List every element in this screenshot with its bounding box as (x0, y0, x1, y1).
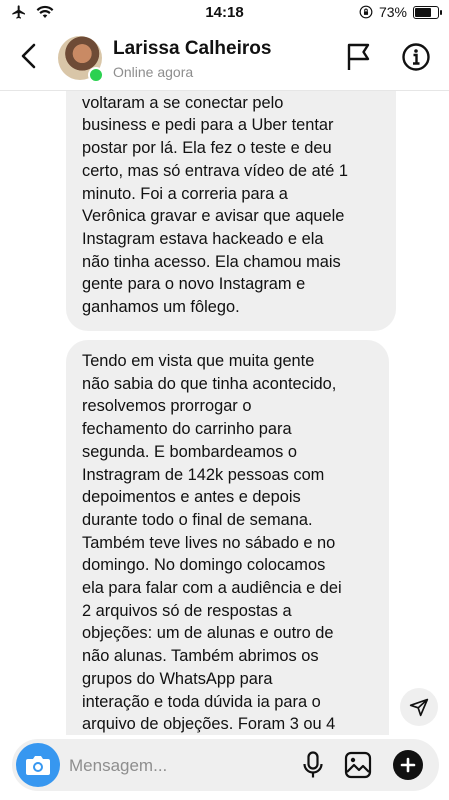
plus-icon (400, 757, 416, 773)
message-line: interação e toda dúvida ia para o (82, 692, 321, 711)
message-line: voltaram a se conectar pelo (82, 93, 284, 112)
flag-icon[interactable] (345, 42, 373, 72)
camera-button[interactable] (16, 743, 60, 787)
online-indicator (88, 67, 104, 83)
message-line: Instragram de 142k pessoas com (82, 465, 325, 484)
message-line: Verônica gravar e avisar que aquele (82, 207, 345, 226)
share-message-button[interactable] (400, 688, 438, 726)
message-line: Instagram estava hackeado e ela (82, 229, 324, 248)
message-line: durante todo o final de semana. (82, 510, 313, 529)
message-line: não alunas. Também abrimos os (82, 647, 319, 666)
message-line: certo, mas só entrava vídeo de até 1 (82, 161, 349, 180)
message-list[interactable]: voltaram a se conectar pelo business e p… (0, 91, 449, 735)
info-icon[interactable] (401, 42, 431, 72)
gallery-icon[interactable] (344, 751, 372, 779)
message-line: 2 arquivos só de respostas a (82, 601, 292, 620)
message-line: resolvemos prorrogar o (82, 397, 252, 416)
message-line: arquivo de objeções. Foram 3 ou 4 (82, 715, 336, 734)
message-bubble[interactable]: voltaram a se conectar pelo business e p… (66, 91, 396, 331)
back-arrow-icon[interactable] (14, 40, 46, 72)
message-line: business e pedi para a Uber tentar (82, 116, 334, 135)
message-line: não sabia do que tinha acontecido, (82, 374, 337, 393)
chat-header: Larissa Calheiros Online agora (0, 26, 449, 91)
camera-icon (26, 756, 50, 775)
message-line: postar por lá. Ela fez o teste e deu (82, 139, 332, 158)
contact-status: Online agora (113, 64, 194, 80)
battery-icon (413, 5, 442, 19)
message-line: objeções: um de alunas e outro de (82, 624, 334, 643)
message-line: não tinha acesso. Ela chamou mais (82, 252, 341, 271)
send-paper-plane-icon (409, 698, 429, 717)
orientation-lock-icon (359, 5, 373, 19)
message-line: Tendo em vista que muita gente (82, 352, 315, 370)
message-line: ela para falar com a audiência e dei (82, 579, 342, 598)
message-line: gente para o novo Instagram e (82, 275, 306, 294)
message-line: grupos do WhatsApp para (82, 669, 273, 688)
status-bar: 14:18 73% (0, 0, 449, 26)
message-bubble[interactable]: Tendo em vista que muita gente não sabia… (66, 340, 389, 735)
message-line: depoimentos e antes e depois (82, 488, 301, 507)
status-right: 73% (359, 4, 442, 20)
message-line: segunda. E bombardeamos o (82, 442, 298, 461)
battery-percent: 73% (378, 4, 407, 20)
message-line: ganhamos um fôlego. (82, 298, 240, 317)
message-line: minuto. Foi a correria para a (82, 184, 288, 203)
message-composer (12, 739, 439, 791)
microphone-icon[interactable] (300, 751, 326, 779)
contact-name[interactable]: Larissa Calheiros (113, 38, 271, 60)
message-input[interactable] (67, 752, 291, 780)
message-line: Também teve lives no sábado e no (82, 533, 336, 552)
message-line: domingo. No domingo colocamos (82, 556, 326, 575)
add-content-button[interactable] (393, 750, 423, 780)
message-line: fechamento do carrinho para (82, 420, 292, 439)
